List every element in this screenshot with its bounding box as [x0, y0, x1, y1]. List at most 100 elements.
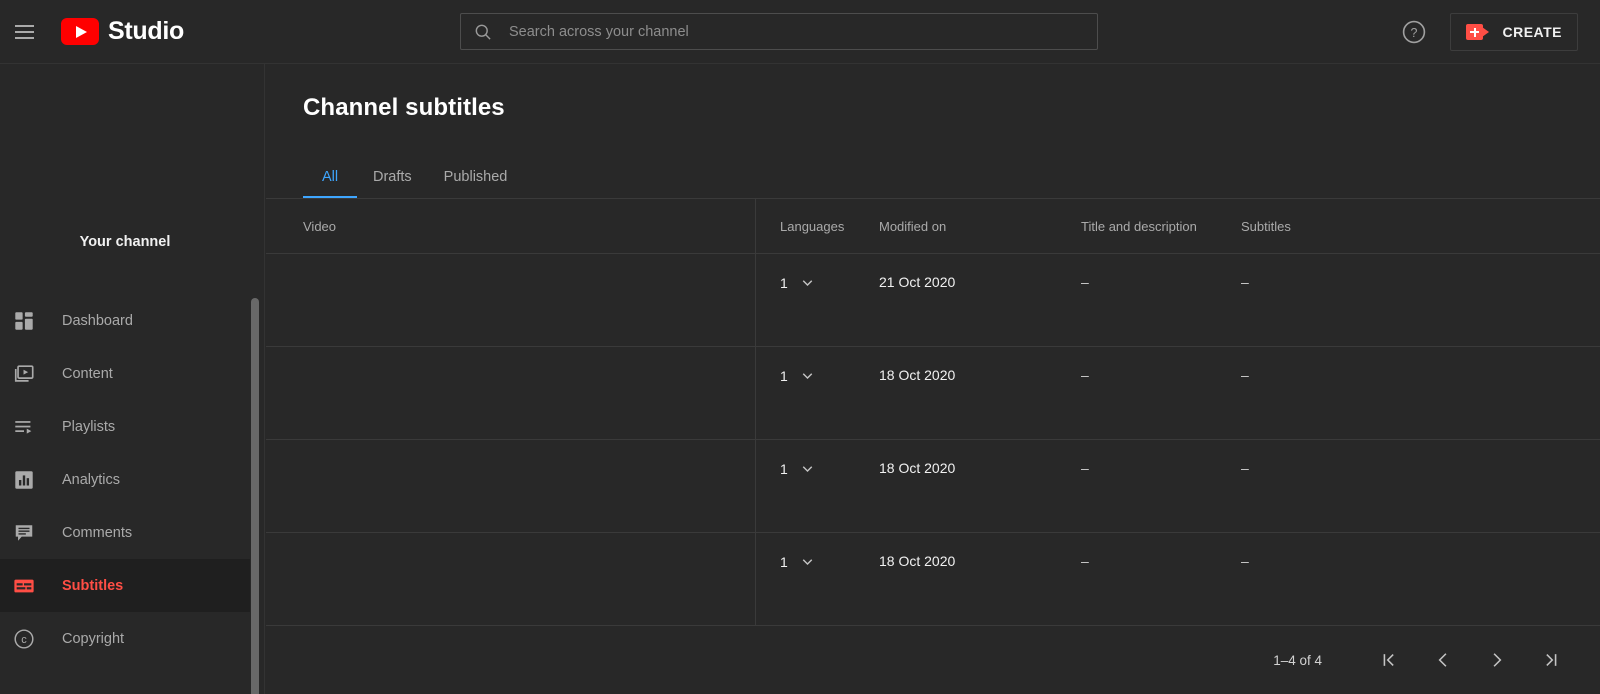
cell-languages: 1	[755, 254, 879, 291]
column-divider	[755, 440, 756, 533]
youtube-studio-window: Studio ?	[0, 0, 1600, 694]
sidebar-item-label: Subtitles	[62, 577, 124, 594]
camera-lens	[1482, 26, 1490, 37]
svg-text:?: ?	[1411, 26, 1418, 40]
search-icon	[473, 22, 493, 42]
copyright-icon: c	[12, 627, 36, 651]
table-row[interactable]: 1 18 Oct 2020 – –	[266, 347, 1600, 440]
brand-text: Studio	[108, 17, 184, 45]
language-count: 1	[780, 460, 788, 477]
cell-modified-on: 21 Oct 2020	[879, 274, 956, 290]
sidebar-item-dashboard[interactable]: Dashboard	[0, 294, 250, 347]
channel-name-label: Your channel	[79, 234, 171, 250]
table-row[interactable]: 1 21 Oct 2020 – –	[266, 254, 1600, 347]
studio-logo[interactable]: Studio	[61, 18, 184, 45]
sidebar-item-label: Comments	[62, 524, 133, 541]
cell-modified-on: 18 Oct 2020	[879, 367, 956, 383]
tab-label: Drafts	[373, 169, 412, 185]
cell-subtitles: –	[1241, 367, 1249, 383]
comment-bubble-icon	[12, 521, 36, 545]
column-header-title-and-description: Title and description	[1081, 218, 1197, 234]
analytics-bar-chart-icon	[12, 468, 36, 492]
chevron-down-icon[interactable]	[799, 274, 816, 291]
first-page-icon[interactable]	[1362, 640, 1416, 680]
sidebar-item-content[interactable]: Content	[0, 347, 250, 400]
help-circle-icon[interactable]: ?	[1401, 19, 1427, 45]
sidebar: Your channel Dashboard Content Playlists…	[0, 64, 265, 694]
content-video-icon	[12, 362, 36, 386]
dashboard-icon	[12, 309, 36, 333]
cell-subtitles: –	[1241, 460, 1249, 476]
cell-subtitles: –	[1241, 553, 1249, 569]
sidebar-item-subtitles[interactable]: Subtitles	[0, 559, 250, 612]
create-button-label: CREATE	[1502, 24, 1562, 40]
column-divider	[755, 199, 756, 255]
svg-text:c: c	[21, 633, 27, 645]
video-camera-plus-icon	[1466, 24, 1490, 40]
table-row[interactable]: 1 18 Oct 2020 – –	[266, 440, 1600, 533]
cell-modified-on: 18 Oct 2020	[879, 553, 956, 569]
column-header-modified-on: Modified on	[879, 218, 947, 234]
menu-icon[interactable]	[7, 15, 41, 49]
subtitles-icon	[12, 574, 36, 598]
cell-video	[266, 254, 755, 274]
table-header-row: Video Languages Modified on Title and de…	[266, 198, 1600, 255]
cell-title-and-description: –	[1081, 274, 1089, 290]
sidebar-item-label: Copyright	[62, 630, 125, 647]
sidebar-item-label: Playlists	[62, 418, 116, 435]
cell-title-and-description: –	[1081, 367, 1089, 383]
cell-languages: 1	[755, 440, 879, 477]
column-header-languages: Languages	[780, 218, 845, 234]
create-button[interactable]: CREATE	[1450, 13, 1578, 51]
language-count: 1	[780, 274, 788, 291]
cell-title-and-description: –	[1081, 460, 1089, 476]
sidebar-scrollbar-thumb[interactable]	[251, 298, 259, 694]
pagination-range: 1–4 of 4	[1273, 652, 1322, 668]
chevron-down-icon[interactable]	[799, 367, 816, 384]
tab-label: All	[321, 169, 339, 185]
tab-label: Published	[443, 169, 508, 185]
sidebar-item-label: Dashboard	[62, 312, 133, 329]
cell-video	[266, 533, 755, 553]
play-triangle	[76, 25, 87, 38]
cell-subtitles: –	[1241, 274, 1249, 290]
tab-published[interactable]: Published	[428, 156, 524, 198]
cell-languages: 1	[755, 533, 879, 570]
sidebar-item-comments[interactable]: Comments	[0, 506, 250, 559]
chevron-right-icon[interactable]	[1470, 640, 1524, 680]
search-bar[interactable]	[460, 13, 1098, 50]
chevron-down-icon[interactable]	[799, 553, 816, 570]
column-header-subtitles: Subtitles	[1241, 218, 1291, 234]
column-divider	[755, 533, 756, 626]
header-actions: ? CREATE	[1401, 0, 1578, 64]
pagination: 1–4 of 4	[266, 626, 1600, 694]
chevron-left-icon[interactable]	[1416, 640, 1470, 680]
sidebar-item-analytics[interactable]: Analytics	[0, 453, 250, 506]
last-page-icon[interactable]	[1524, 640, 1578, 680]
column-divider	[755, 254, 756, 347]
cell-video	[266, 347, 755, 367]
page-title: Channel subtitles	[303, 94, 505, 121]
sidebar-item-label: Content	[62, 365, 113, 382]
language-count: 1	[780, 367, 788, 384]
menu-icon-line	[14, 36, 34, 39]
filter-tabs: All Drafts Published	[303, 156, 523, 198]
youtube-play-icon	[61, 18, 99, 45]
main-content: Channel subtitles All Drafts Published V…	[266, 64, 1600, 694]
sidebar-item-copyright[interactable]: c Copyright	[0, 612, 250, 665]
menu-icon-line	[14, 30, 34, 33]
menu-icon-line	[14, 24, 34, 27]
sidebar-item-playlists[interactable]: Playlists	[0, 400, 250, 453]
tab-drafts[interactable]: Drafts	[357, 156, 428, 198]
tab-all[interactable]: All	[303, 156, 357, 198]
subtitles-table: Video Languages Modified on Title and de…	[266, 198, 1600, 626]
chevron-down-icon[interactable]	[799, 460, 816, 477]
table-row[interactable]: 1 18 Oct 2020 – –	[266, 533, 1600, 626]
plus-horizontal	[1470, 31, 1480, 33]
search-input[interactable]	[509, 23, 1085, 40]
cell-video	[266, 440, 755, 460]
language-count: 1	[780, 553, 788, 570]
cell-modified-on: 18 Oct 2020	[879, 460, 956, 476]
cell-title-and-description: –	[1081, 553, 1089, 569]
cell-languages: 1	[755, 347, 879, 384]
